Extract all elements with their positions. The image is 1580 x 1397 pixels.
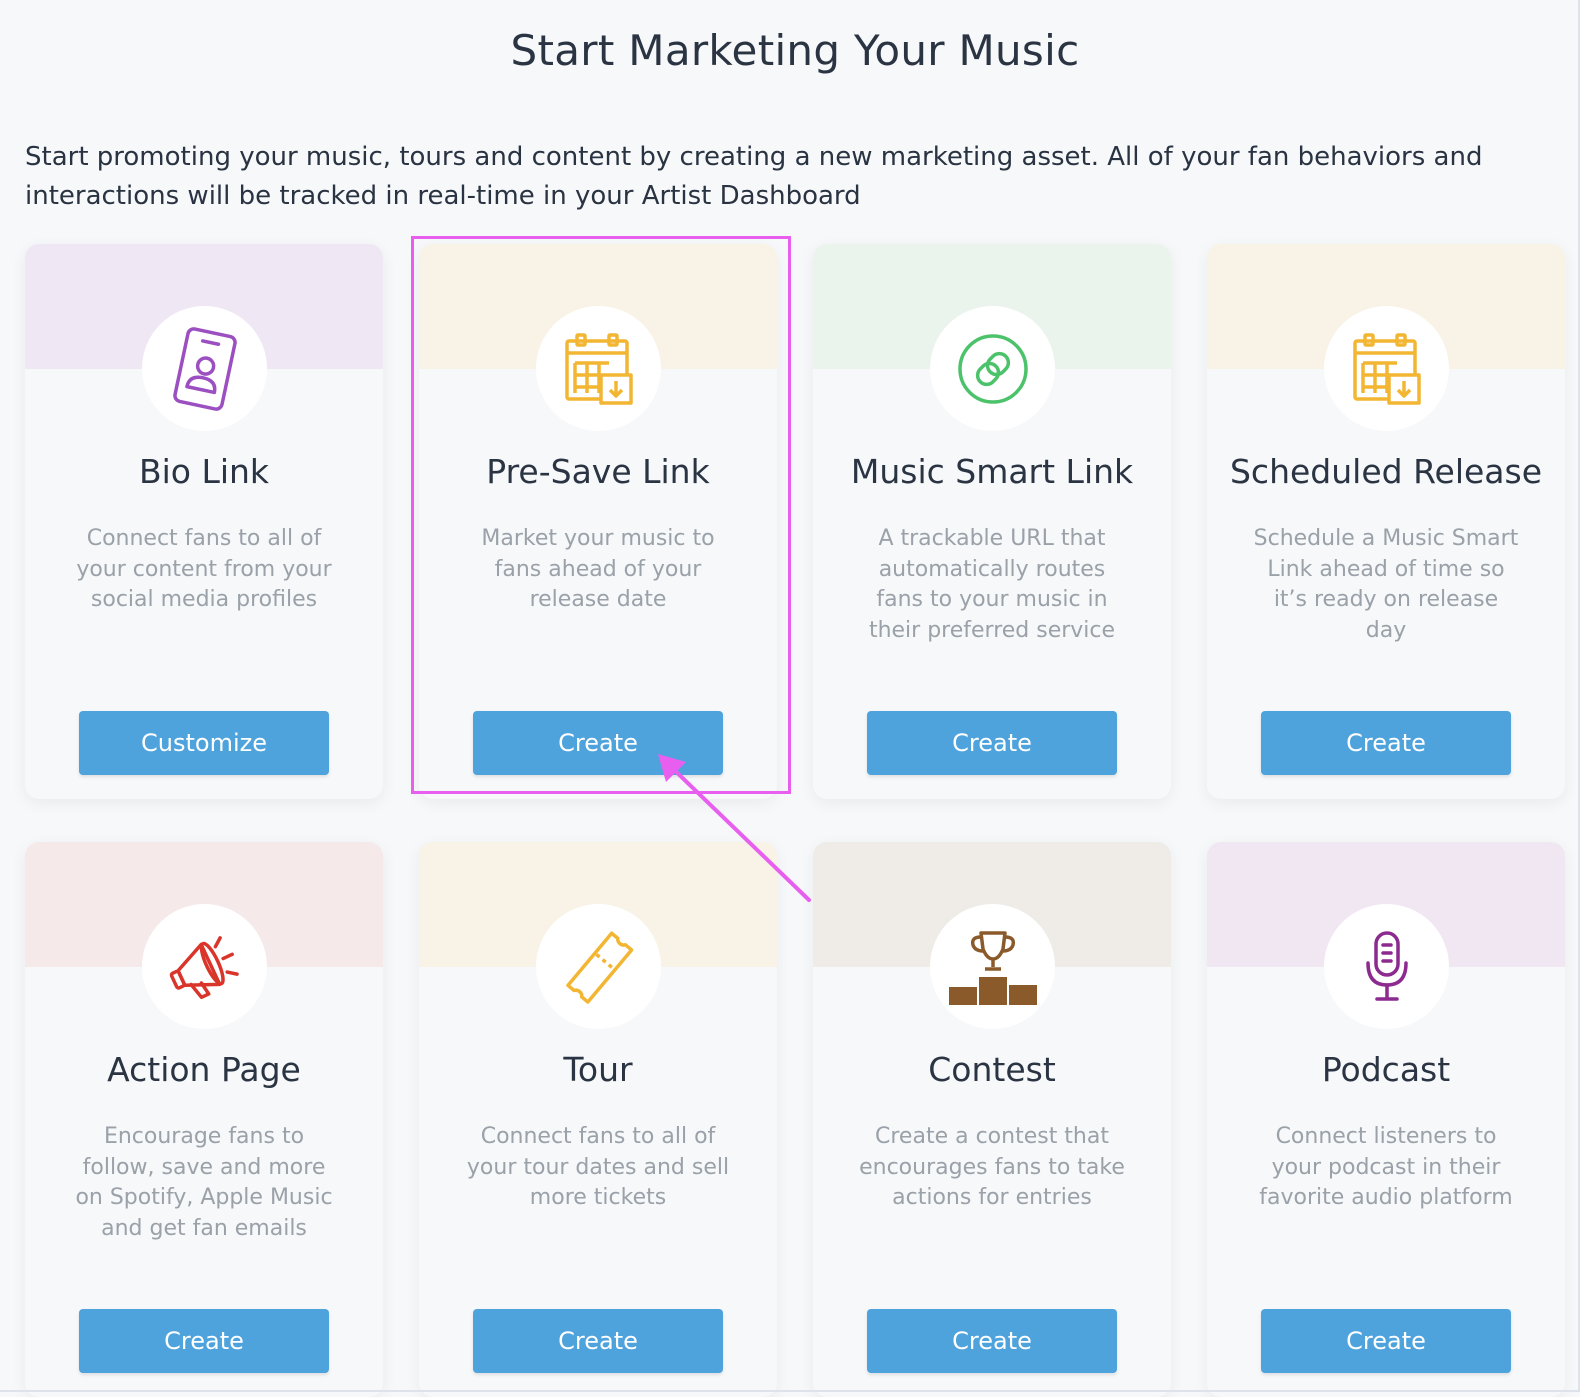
card-title: Music Smart Link <box>850 452 1134 491</box>
trophy-podium-icon <box>948 930 1037 1005</box>
card-scheduled-release: Scheduled Release Schedule a Music Smart… <box>1207 244 1565 799</box>
intro-text: Start promoting your music, tours and co… <box>25 142 1483 211</box>
ticket-icon <box>565 930 633 1004</box>
create-button[interactable]: Create <box>79 1309 329 1373</box>
card-description: Create a contest that encourages fans to… <box>859 1124 1125 1210</box>
icon-circle <box>930 904 1055 1029</box>
icon-circle <box>142 904 267 1029</box>
card-contest: Contest Create a contest that encourages… <box>813 842 1171 1397</box>
card-description: Connect fans to all of your content from… <box>76 526 332 612</box>
card-tour: Tour Connect fans to all of your tour da… <box>419 842 777 1397</box>
create-button[interactable]: Create <box>1261 711 1511 775</box>
highlight-box <box>411 236 791 794</box>
microphone-icon <box>1365 930 1408 1001</box>
card-title: Action Page <box>107 1050 301 1089</box>
card-title: Podcast <box>1321 1050 1451 1089</box>
calendar-download-icon <box>1352 332 1421 405</box>
link-icon <box>957 333 1028 404</box>
id-badge-icon <box>172 326 237 411</box>
card-title: Scheduled Release <box>1229 452 1543 491</box>
card-description: Encourage fans to follow, save and more … <box>75 1124 333 1241</box>
create-button[interactable]: Create <box>867 711 1117 775</box>
customize-button[interactable]: Customize <box>79 711 329 775</box>
card-description: A trackable URL that automatically route… <box>868 526 1116 643</box>
card-description: Schedule a Music Smart Link ahead of tim… <box>1253 526 1519 643</box>
create-button[interactable]: Create <box>1261 1309 1511 1373</box>
page-title: Start Marketing Your Music <box>510 26 1080 75</box>
card-description: Connect fans to all of your tour dates a… <box>466 1124 730 1210</box>
card-action-page: Action Page Encourage fans to follow, sa… <box>25 842 383 1397</box>
card-title: Bio Link <box>138 452 270 491</box>
icon-circle <box>536 904 661 1029</box>
icon-circle <box>1324 306 1449 431</box>
card-podcast: Podcast Connect listeners to your podcas… <box>1207 842 1565 1397</box>
card-title: Tour <box>563 1050 633 1089</box>
icon-circle <box>142 306 267 431</box>
create-button[interactable]: Create <box>867 1309 1117 1373</box>
annotation-arrow <box>658 754 811 902</box>
card-music-smart-link: Music Smart Link A trackable URL that au… <box>813 244 1171 799</box>
card-description: Connect listeners to your podcast in the… <box>1259 1124 1513 1210</box>
icon-circle <box>930 306 1055 431</box>
create-button[interactable]: Create <box>473 1309 723 1373</box>
icon-circle <box>1324 904 1449 1029</box>
card-title: Contest <box>928 1050 1056 1089</box>
card-bio-link: Bio Link Connect fans to all of your con… <box>25 244 383 799</box>
megaphone-icon <box>169 935 239 999</box>
